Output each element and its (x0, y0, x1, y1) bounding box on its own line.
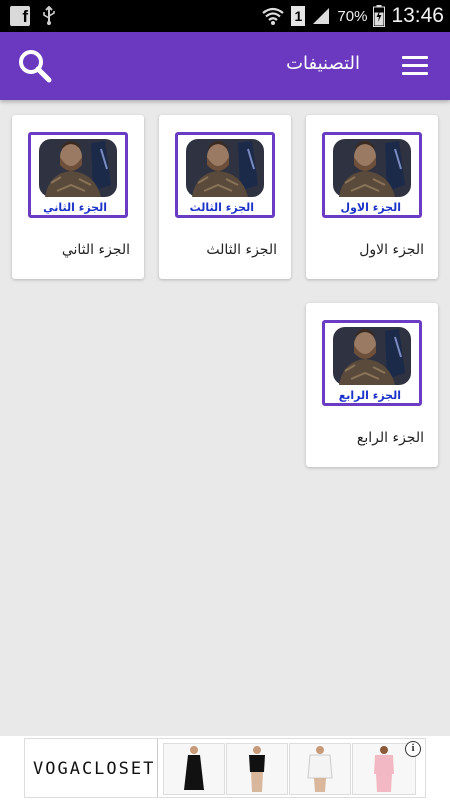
category-label: الجزء الاول (359, 242, 424, 258)
signal-icon (313, 8, 330, 24)
category-thumbnail: الجزء الاول (322, 132, 422, 218)
ad-product-image[interactable] (163, 743, 225, 795)
page-title: التصنيفات (286, 53, 360, 74)
category-thumbnail: الجزء الثاني (28, 132, 128, 218)
sim-slot-badge: 1 (291, 6, 306, 26)
thumbnail-caption: الجزء الرابع (338, 389, 401, 402)
category-card[interactable]: الجزء الاول الجزء الاول (306, 115, 438, 279)
category-card[interactable]: الجزء الثاني الجزء الثاني (12, 115, 144, 279)
thumbnail-caption: الجزء الثاني (43, 201, 107, 214)
ad-divider (157, 739, 158, 797)
category-thumbnail: الجزء الثالث (175, 132, 275, 218)
thumbnail-caption: الجزء الثالث (189, 201, 254, 214)
search-button[interactable] (16, 47, 54, 85)
shirt-image (307, 746, 333, 792)
ad-banner[interactable]: VOGACLOSET i (0, 736, 450, 800)
ad-content[interactable]: VOGACLOSET i (24, 738, 426, 798)
clock: 13:46 (391, 4, 444, 27)
category-thumbnail: الجزء الرابع (322, 320, 422, 406)
menu-icon-bar (402, 72, 428, 75)
menu-icon-bar (402, 56, 428, 59)
usb-icon (43, 6, 55, 25)
dress-image (184, 746, 204, 790)
battery-percent: 70% (337, 7, 368, 25)
ad-info-icon[interactable]: i (405, 741, 421, 757)
ad-product-image[interactable] (289, 743, 351, 795)
battery-charging-icon (373, 5, 386, 27)
ad-brand-name: VOGACLOSET (33, 759, 156, 779)
category-card[interactable]: الجزء الرابع الجزء الرابع (306, 303, 438, 467)
thumbnail-caption: الجزء الاول (340, 201, 401, 214)
category-label: الجزء الثاني (61, 242, 130, 258)
menu-icon-bar (402, 64, 428, 67)
top-image (249, 746, 265, 792)
ad-product-image[interactable] (226, 743, 288, 795)
wifi-icon (262, 7, 285, 25)
category-card[interactable]: الجزء الثالث الجزء الثالث (159, 115, 291, 279)
search-icon (19, 50, 52, 83)
category-label: الجزء الرابع (356, 430, 424, 446)
facebook-notification-icon: f (10, 6, 30, 26)
menu-button[interactable] (402, 56, 428, 76)
category-label: الجزء الثالث (206, 242, 277, 258)
app-bar: التصنيفات (0, 32, 450, 100)
status-bar: f 1 70% 13:46 (0, 0, 450, 32)
